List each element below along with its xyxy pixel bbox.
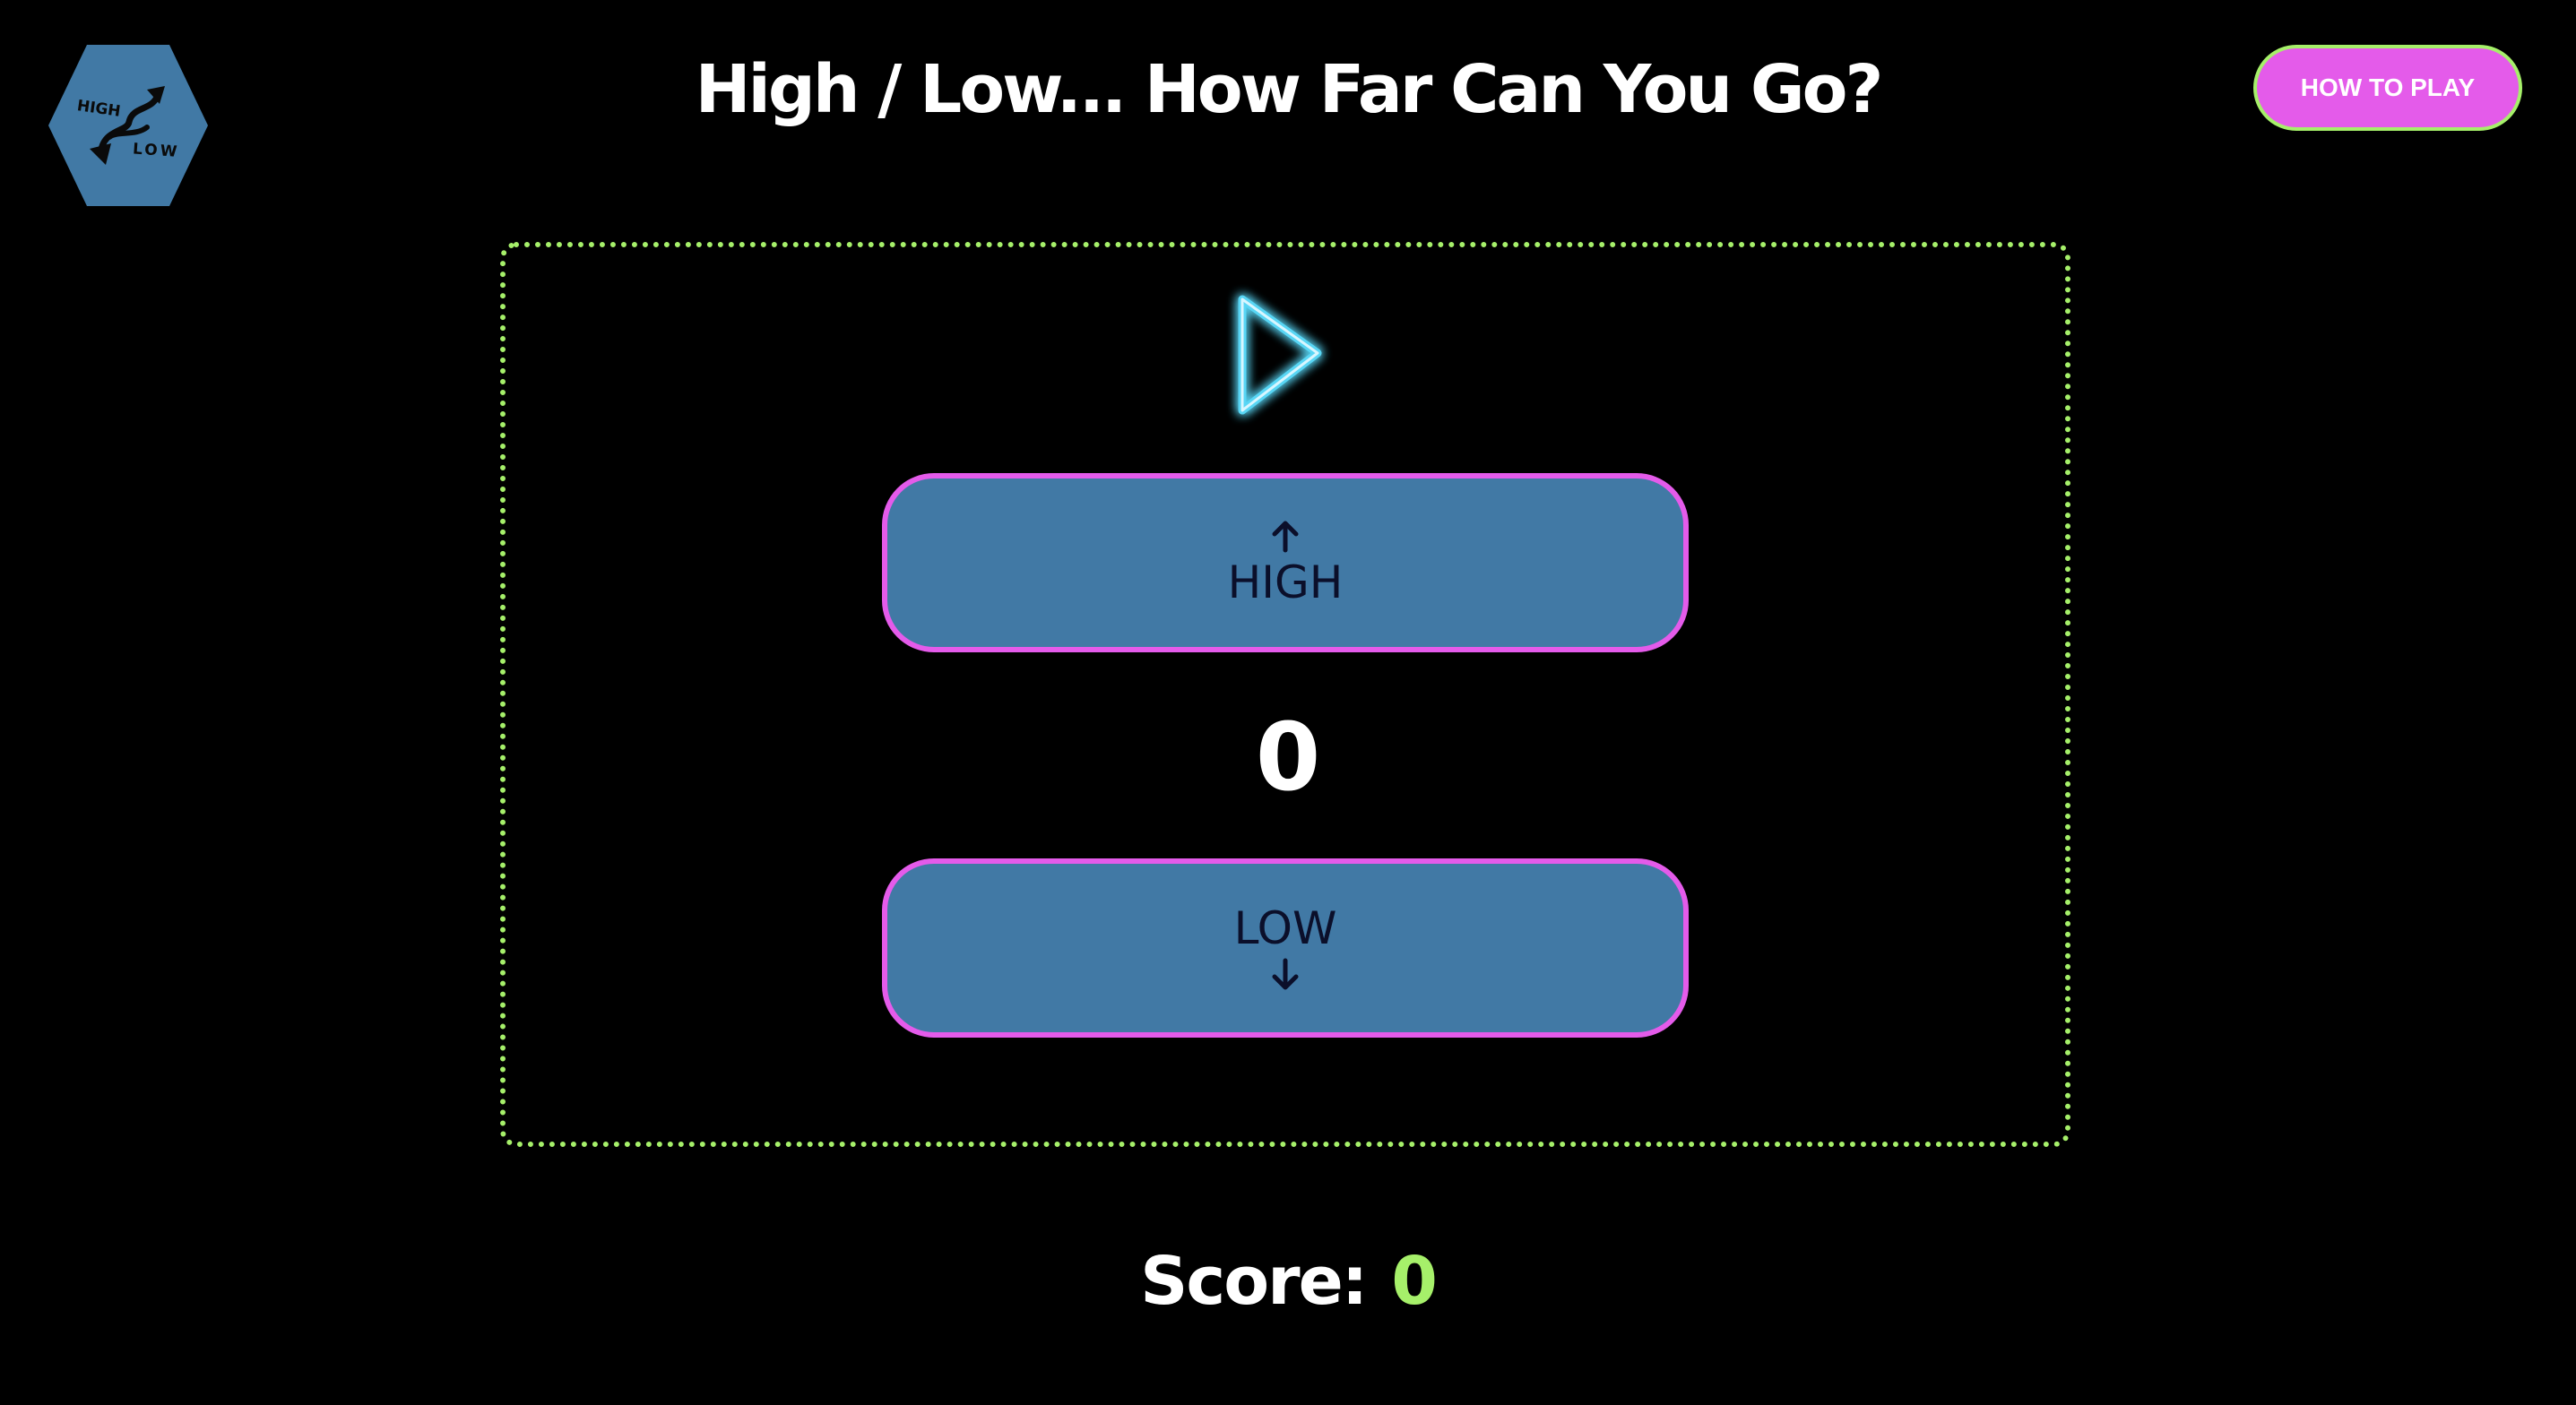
high-button[interactable]: HIGH <box>882 473 1689 652</box>
arrow-down-icon <box>1266 955 1305 995</box>
logo-bottom-text: LOW <box>132 140 180 161</box>
score-label: Score: <box>1140 1243 1368 1320</box>
how-to-play-button[interactable]: HOW TO PLAY <box>2253 45 2522 131</box>
play-triangle-icon[interactable] <box>1230 289 1330 421</box>
score-value: 0 <box>1391 1243 1437 1320</box>
current-number: 0 <box>1255 702 1321 812</box>
high-button-label: HIGH <box>1227 556 1344 608</box>
low-button-label: LOW <box>1233 902 1337 954</box>
arrow-up-icon <box>1266 516 1305 556</box>
page-title: High / Low... How Far Can You Go? <box>695 51 1884 128</box>
low-button[interactable]: LOW <box>882 858 1689 1038</box>
score-display: Score: 0 <box>0 1237 2576 1326</box>
